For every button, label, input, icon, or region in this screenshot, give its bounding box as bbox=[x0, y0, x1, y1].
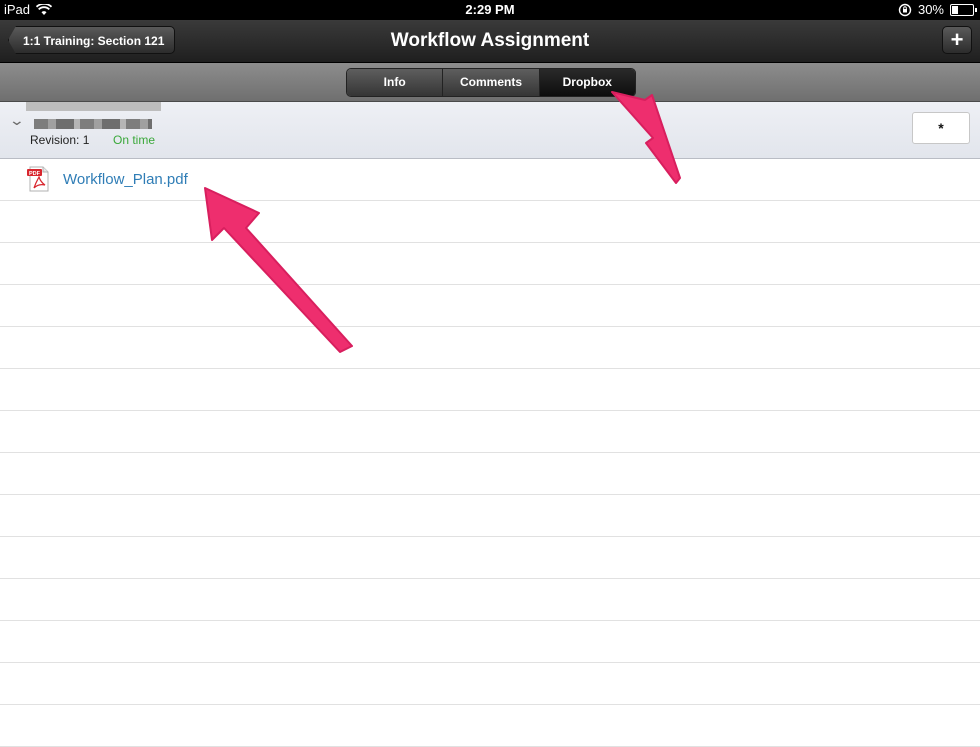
empty-row bbox=[0, 579, 980, 621]
empty-row bbox=[0, 705, 980, 747]
add-button[interactable]: + bbox=[942, 26, 972, 54]
empty-row bbox=[0, 411, 980, 453]
battery-fill bbox=[952, 5, 958, 14]
pdf-icon: PDF bbox=[27, 166, 49, 192]
revision-label: Revision: 1 bbox=[30, 133, 90, 147]
tab-comments[interactable]: Comments bbox=[443, 69, 540, 96]
redacted-detail bbox=[34, 119, 152, 129]
status-label: On time bbox=[113, 133, 156, 147]
action-button[interactable]: * bbox=[912, 112, 970, 144]
empty-row bbox=[0, 369, 980, 411]
empty-row bbox=[0, 243, 980, 285]
segment-toolbar: Info Comments Dropbox bbox=[0, 63, 980, 102]
empty-row bbox=[0, 327, 980, 369]
empty-row bbox=[0, 453, 980, 495]
file-link[interactable]: Workflow_Plan.pdf bbox=[63, 171, 188, 188]
empty-row bbox=[0, 621, 980, 663]
redacted-name bbox=[26, 102, 161, 111]
battery-percent: 30% bbox=[917, 2, 944, 17]
status-bar: iPad 2:29 PM 30% bbox=[0, 0, 980, 20]
empty-row bbox=[0, 201, 980, 243]
empty-row bbox=[0, 537, 980, 579]
clock: 2:29 PM bbox=[465, 2, 515, 17]
page-title: Workflow Assignment bbox=[390, 30, 590, 51]
tab-dropbox[interactable]: Dropbox bbox=[539, 69, 635, 96]
submission-header[interactable]: ⌄ Revision: 1 On time * bbox=[0, 102, 980, 159]
navigation-bar: 1:1 Training: Section 121 Workflow Assig… bbox=[0, 20, 980, 63]
rotation-lock-icon bbox=[898, 3, 912, 16]
segmented-control: Info Comments Dropbox bbox=[346, 68, 636, 97]
empty-row bbox=[0, 495, 980, 537]
empty-row bbox=[0, 663, 980, 705]
tab-info[interactable]: Info bbox=[347, 69, 444, 96]
file-list: PDF Workflow_Plan.pdf bbox=[0, 159, 980, 747]
list-item[interactable]: PDF Workflow_Plan.pdf bbox=[0, 159, 980, 201]
empty-row bbox=[0, 285, 980, 327]
chevron-down-icon[interactable]: ⌄ bbox=[9, 112, 25, 129]
battery-icon bbox=[950, 3, 977, 16]
